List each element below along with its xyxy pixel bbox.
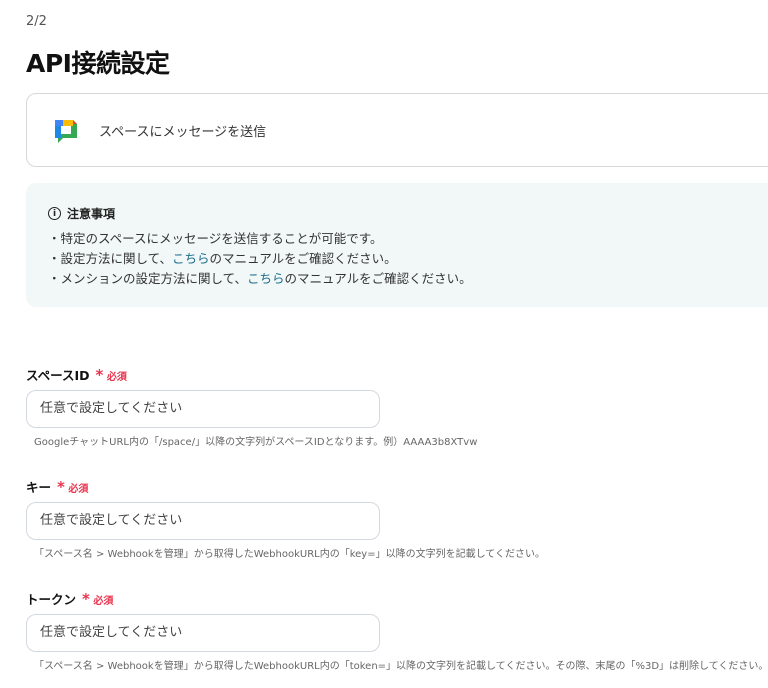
action-label: スペースにメッセージを送信 (99, 125, 267, 140)
google-chat-icon (55, 120, 77, 143)
required-badge: * 必須 (95, 365, 127, 384)
mention-manual-link[interactable]: こちら (247, 271, 285, 286)
token-help: 「スペース名 > Webhookを管理」から取得したWebhookURL内の「t… (34, 661, 768, 672)
required-badge: * 必須 (82, 589, 114, 608)
info-icon: i (48, 207, 61, 220)
notice-text: のマニュアルをご確認ください。 (209, 251, 397, 266)
space-id-input[interactable]: 任意で設定してください (26, 390, 380, 428)
notice-text: のマニュアルをご確認ください。 (284, 271, 472, 286)
notice-line: ・設定方法に関して、こちらのマニュアルをご確認ください。 (48, 249, 472, 269)
notice-text: ・メンションの設定方法に関して、 (48, 271, 248, 286)
action-card[interactable]: スペースにメッセージを送信 (26, 93, 768, 167)
label-text: トークン (26, 592, 77, 607)
label-text: スペースID (26, 368, 90, 383)
field-label-space-id: スペースID * 必須 (26, 365, 127, 384)
notice-line: ・メンションの設定方法に関して、こちらのマニュアルをご確認ください。 (48, 269, 472, 289)
notice-heading: 注意事項 (67, 207, 116, 221)
space-id-help: GoogleチャットURL内の「/space/」以降の文字列がスペースIDとなり… (34, 437, 478, 448)
manual-link[interactable]: こちら (172, 251, 210, 266)
key-help: 「スペース名 > Webhookを管理」から取得したWebhookURL内の「k… (34, 549, 545, 560)
required-badge: * 必須 (57, 477, 89, 496)
page-title: API接続設定 (26, 49, 170, 78)
notice-text: ・設定方法に関して、 (48, 251, 173, 266)
field-label-token: トークン * 必須 (26, 589, 113, 608)
field-label-key: キー * 必須 (26, 477, 88, 496)
token-input[interactable]: 任意で設定してください (26, 614, 380, 652)
notice-line: ・特定のスペースにメッセージを送信することが可能です。 (48, 231, 383, 246)
step-indicator: 2/2 (26, 14, 47, 29)
key-input[interactable]: 任意で設定してください (26, 502, 380, 540)
label-text: キー (26, 480, 52, 495)
notice-box: i 注意事項 ・特定のスペースにメッセージを送信することが可能です。 ・設定方法に… (26, 183, 768, 307)
